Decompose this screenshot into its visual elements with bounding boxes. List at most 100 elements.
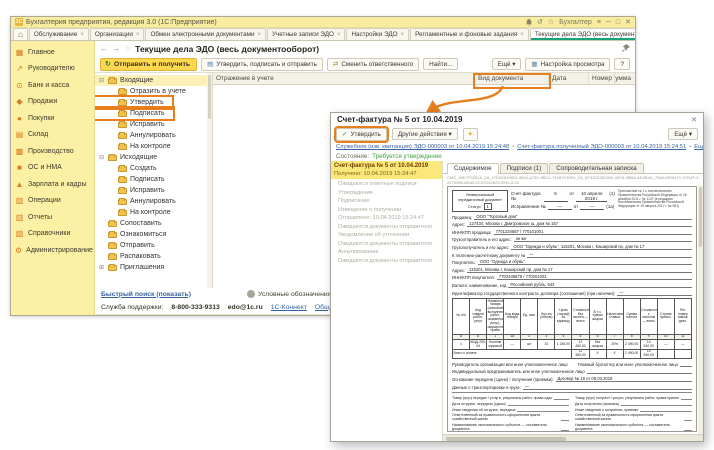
window-tab[interactable]: Организации ×	[90, 28, 145, 40]
invoice-tab[interactable]: Содержимое	[447, 163, 499, 174]
tree-item[interactable]: Подписать	[95, 108, 173, 119]
window-tab[interactable]: Настройки ЭДО ×	[346, 28, 409, 40]
maximize-button[interactable]: □	[616, 19, 620, 26]
history-icon[interactable]: ↺	[537, 18, 543, 26]
more-button[interactable]: Ещё ▾	[492, 58, 522, 70]
timeline-item[interactable]: Ожидаются документы отправителя	[331, 221, 442, 230]
section-menu-item[interactable]: ⊙ Банк и касса	[11, 77, 94, 94]
tree-item[interactable]: На контроле	[95, 141, 212, 152]
close-button[interactable]: ✕	[625, 18, 631, 26]
tab-close-icon[interactable]: ×	[401, 32, 405, 38]
view-settings-button[interactable]: ▦ Настройка просмотра	[525, 58, 610, 71]
change-responsible-button[interactable]: ⇄ Сменить ответственного	[327, 58, 419, 71]
bell-icon[interactable]	[526, 19, 532, 26]
invoice-more-button[interactable]: Ещё ▾	[668, 128, 698, 140]
tree-item[interactable]: ⊟ Исходящие	[95, 152, 212, 163]
tree-toggle-icon[interactable]: ⊟	[98, 154, 105, 161]
tree-item[interactable]: Ознакомиться	[95, 229, 212, 240]
document-view[interactable]: Универсальный передаточный документ Стат…	[443, 185, 703, 434]
column-reflection[interactable]: Отражение в учете	[213, 73, 475, 84]
signature-certificate-button[interactable]: ✦	[463, 128, 478, 141]
case-document-link[interactable]: Ещё	[694, 144, 703, 150]
section-menu-item[interactable]: ▤ Склад	[11, 127, 94, 144]
timeline-item[interactable]: Подписание	[331, 196, 442, 205]
section-menu-item[interactable]: ▧ Справочники	[11, 226, 94, 243]
timeline-item[interactable]: Отправлено: 10.04.2019 15:24:47	[331, 213, 442, 222]
section-menu-item[interactable]: ■ ОС и НМА	[11, 160, 94, 177]
tree-item[interactable]: Распаковать	[95, 251, 212, 262]
window-tab[interactable]: Текущие дела ЭДО (весь документооборот) …	[530, 28, 635, 40]
timeline-item[interactable]: Утверждение	[331, 187, 442, 196]
tree-item[interactable]: Отразить в учете	[95, 86, 212, 97]
tree-item[interactable]: Аннулировать	[95, 196, 212, 207]
support-email[interactable]: edo@1c.ru	[228, 304, 263, 311]
quick-search-link[interactable]: Быстрый поиск (показать)	[101, 291, 191, 298]
timeline-item[interactable]: Уведомление об уточнении	[331, 230, 442, 239]
section-menu-item[interactable]: ▩ Производство	[11, 143, 94, 160]
tree-scrollbar[interactable]	[207, 73, 212, 288]
timeline-item[interactable]: Извещение о получении	[331, 204, 442, 213]
section-menu-item[interactable]: ▨ Операции	[11, 193, 94, 210]
minimize-button[interactable]: ─	[606, 19, 611, 26]
current-user-label[interactable]: Бухгалтер	[559, 19, 592, 26]
case-document-link[interactable]: Счет-фактура полученный ЭДО-000003 от 10…	[517, 144, 686, 150]
timeline-selected-item[interactable]: Счет-фактура № 5 от 10.04.2019 Получено:…	[331, 161, 442, 179]
forward-arrow-icon[interactable]: →	[112, 44, 120, 53]
help-button[interactable]: ?	[614, 58, 630, 70]
tree-item[interactable]: Отправить	[95, 240, 212, 251]
tab-close-icon[interactable]: ×	[520, 32, 524, 38]
tree-item[interactable]: Подписать	[95, 174, 212, 185]
tree-toggle-icon[interactable]: ⊟	[98, 77, 105, 84]
timeline-item[interactable]: Аннулирование	[331, 247, 442, 256]
document-vertical-scrollbar[interactable]	[698, 185, 703, 434]
timeline-item[interactable]: Ожидаются ответные подписи	[331, 179, 442, 188]
approve-button[interactable]: ✓ Утвердить	[336, 128, 387, 141]
find-button[interactable]: Найти...	[423, 58, 458, 70]
invoice-tab[interactable]: Сопроводительная записка	[549, 163, 643, 173]
tab-close-icon[interactable]: ×	[80, 32, 84, 38]
section-menu-item[interactable]: ◆ Продажи	[11, 94, 94, 111]
tree-item[interactable]: Аннулировать	[95, 130, 212, 141]
window-tab[interactable]: Регламентные и фоновые задания ×	[410, 28, 529, 40]
back-arrow-icon[interactable]: ←	[100, 44, 108, 53]
section-menu-item[interactable]: ▥ Отчеты	[11, 209, 94, 226]
tree-item[interactable]: Сопоставить	[95, 218, 212, 229]
timeline-item[interactable]: Ожидаются документы отправителя	[331, 238, 442, 247]
tree-item[interactable]: Утвердить	[95, 97, 172, 108]
timeline-item[interactable]: Ожидаются документы отправителя	[331, 255, 442, 264]
column-doc-type[interactable]: Вид документа	[475, 73, 549, 84]
window-tab[interactable]: Обмен электронными документами ×	[145, 28, 266, 40]
favorites-star-icon[interactable]: ☆	[548, 18, 554, 26]
tree-item[interactable]: ⊞ Приглашения	[95, 262, 212, 273]
approve-sign-send-button[interactable]: ▤ Утвердить, подписать и отправить	[201, 58, 323, 71]
tree-item[interactable]: ⊟ Входящие	[95, 75, 212, 86]
document-horizontal-scrollbar[interactable]	[443, 434, 703, 441]
window-tab[interactable]: Учетные записи ЭДО ×	[267, 28, 345, 40]
column-number[interactable]: Номер	[589, 73, 615, 84]
section-menu-item[interactable]: ● Покупки	[11, 110, 94, 127]
section-menu-item[interactable]: ↗ Руководителю	[11, 61, 94, 78]
tab-close-icon[interactable]: ×	[136, 32, 140, 38]
window-tab[interactable]: Обслуживание ×	[29, 28, 89, 40]
other-actions-button[interactable]: Другие действия ▾	[392, 128, 458, 140]
invoice-tab[interactable]: Подписи (1)	[500, 163, 549, 173]
column-date[interactable]: Дата	[549, 73, 589, 84]
tree-item[interactable]: Создать	[95, 163, 212, 174]
case-document-link[interactable]: Служебное (изв. квитанция) ЭДО-000003 от…	[336, 144, 509, 150]
tree-item[interactable]: На контроле	[95, 207, 212, 218]
star-icon[interactable]: ☆	[124, 44, 131, 53]
main-menu-icon[interactable]: ≡	[597, 19, 601, 26]
section-menu-item[interactable]: ▲ Зарплата и кадры	[11, 176, 94, 193]
1c-connect-link[interactable]: 1С-Коннект	[271, 304, 307, 311]
tab-close-icon[interactable]: ×	[257, 32, 261, 38]
tree-item[interactable]: Исправить	[95, 119, 212, 130]
tree-toggle-icon[interactable]: ⊞	[98, 264, 105, 271]
send-receive-button[interactable]: ↻ Отправить и получить	[100, 58, 197, 71]
section-menu-item[interactable]: ⚙ Администрирование	[11, 242, 94, 259]
tree-item[interactable]: Исправить	[95, 185, 212, 196]
section-menu-item[interactable]: ▦ Главное	[11, 44, 94, 61]
tab-close-icon[interactable]: ×	[337, 32, 341, 38]
tab-home[interactable]: ⌂	[13, 28, 28, 40]
invoice-close-button[interactable]: ✕	[691, 116, 697, 124]
column-sum[interactable]: Сумма	[615, 73, 635, 84]
